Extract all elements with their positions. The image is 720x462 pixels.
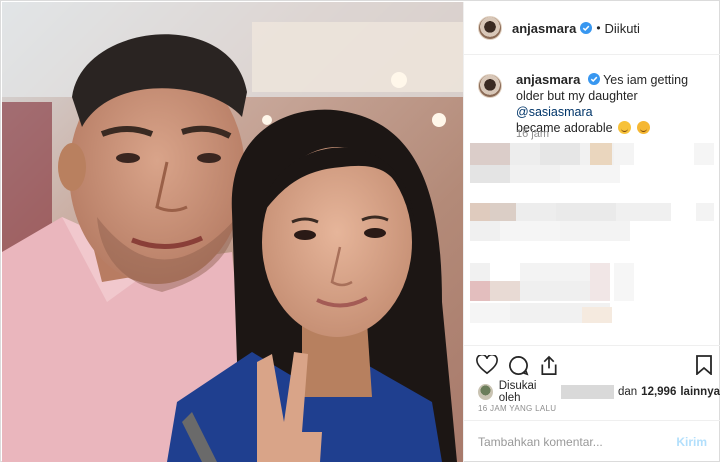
blurred-comments — [470, 143, 714, 323]
post-timestamp[interactable]: 16 JAM YANG LALU — [478, 404, 556, 413]
avatar[interactable] — [478, 16, 502, 40]
caption-text: anjasmara Yes iam getting older but my d… — [516, 72, 713, 136]
post-photo[interactable] — [2, 2, 463, 462]
bookmark-icon[interactable] — [696, 355, 712, 375]
post-details-panel: anjasmara • Diikuti anjasmara Yes iam ge… — [463, 2, 720, 462]
blurred-liker-name — [560, 385, 614, 399]
post-header: anjasmara • Diikuti — [464, 2, 720, 55]
username-link[interactable]: anjasmara — [512, 21, 576, 36]
smiling-emoji-icon — [618, 121, 632, 134]
separator-dot: • — [596, 21, 601, 35]
add-comment-bar: Kirim — [464, 420, 720, 462]
verified-badge-icon — [587, 73, 600, 85]
post-action-bar — [464, 345, 720, 385]
mention-link[interactable]: @sasiasmara — [516, 105, 593, 119]
instagram-post-window: anjasmara • Diikuti anjasmara Yes iam ge… — [0, 0, 720, 462]
caption-avatar[interactable] — [478, 74, 502, 98]
selfie-photo — [2, 2, 463, 462]
likes-count-link[interactable]: 12,996 — [641, 386, 676, 398]
caption-username-link[interactable]: anjasmara — [516, 72, 580, 87]
liker-avatar[interactable] — [478, 384, 493, 400]
caption-comment: anjasmara Yes iam getting older but my d… — [478, 72, 713, 136]
follow-status-button[interactable]: Diikuti — [605, 21, 640, 36]
verified-badge-icon — [580, 22, 593, 34]
comment-input[interactable] — [478, 434, 668, 449]
likes-summary: Disukai oleh dan 12,996 lainnya — [478, 380, 720, 404]
winking-kiss-emoji-icon — [636, 121, 650, 134]
heart-icon[interactable] — [476, 355, 498, 375]
likes-prefix: Disukai oleh — [498, 380, 537, 404]
send-comment-button[interactable]: Kirim — [676, 435, 707, 449]
likes-suffix[interactable]: lainnya — [680, 386, 720, 398]
share-icon[interactable] — [539, 355, 559, 376]
likes-connector: dan — [617, 386, 638, 398]
comment-bubble-icon[interactable] — [508, 355, 529, 376]
